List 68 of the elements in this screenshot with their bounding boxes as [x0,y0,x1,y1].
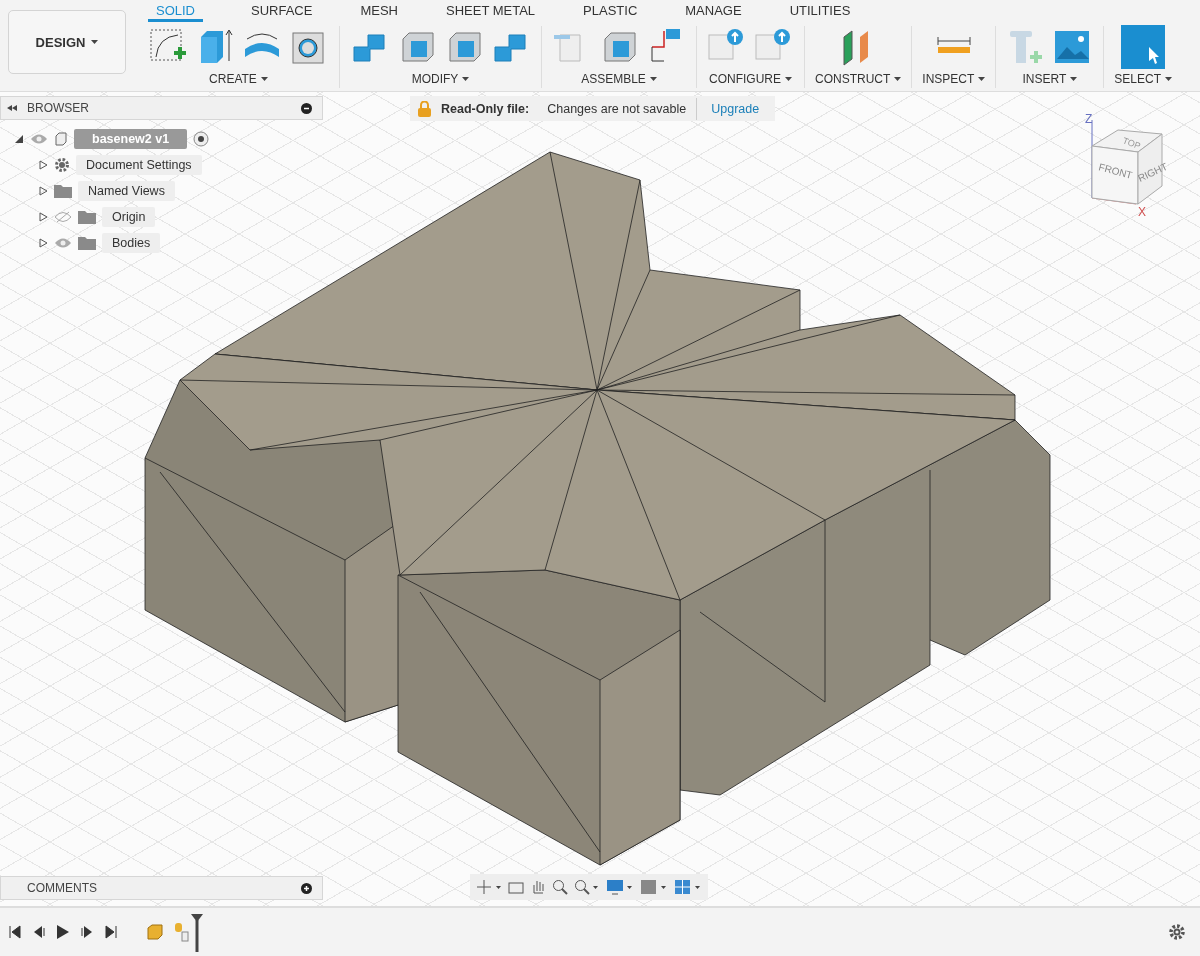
add-icon[interactable] [301,882,312,894]
caret-icon [1165,77,1173,81]
step-forward-icon[interactable] [80,925,94,939]
group-menu[interactable]: ASSEMBLE [581,72,657,86]
folder-icon [54,184,72,198]
banner-title: Read-Only file: [441,101,530,116]
caret-icon [649,77,657,81]
group-menu[interactable]: INSERT [1022,72,1078,86]
radio-icon[interactable] [193,131,210,147]
folder-icon [78,210,96,224]
group-menu[interactable]: MODIFY [411,72,470,86]
panel-title: BROWSER [27,101,89,115]
group-menu[interactable]: INSPECT [922,72,986,86]
component-icon [54,132,68,146]
workspace-menu[interactable]: DESIGN [8,10,126,74]
display-icon[interactable] [606,879,634,895]
skip-start-icon[interactable] [8,925,22,939]
eye-icon[interactable] [30,133,48,145]
orbit-icon[interactable] [476,879,502,895]
grid-icon[interactable] [640,879,668,895]
zoom-icon[interactable] [552,879,568,895]
tree-item[interactable]: Origin [102,207,156,227]
panel-title: COMMENTS [27,881,97,895]
group-menu[interactable]: CREATE [209,72,268,86]
viewports-icon[interactable] [674,879,702,895]
tree-item[interactable]: Bodies [102,233,161,253]
upgrade-link[interactable]: Upgrade [707,101,764,116]
caret-icon [978,77,986,81]
collapse-icon[interactable] [14,134,24,144]
toolbar-tab[interactable]: PLASTIC [583,0,638,22]
group-menu[interactable]: SELECT [1114,72,1173,86]
axis-label: Z [1085,112,1093,126]
select-icon[interactable] [1121,25,1166,69]
tree-item[interactable]: Named Views [78,181,175,201]
pan-hand-icon[interactable] [530,879,546,895]
caret-icon [894,77,902,81]
timeline-feature-icon[interactable] [146,923,164,941]
group-menu[interactable]: CONFIGURE [709,72,792,86]
toolbar-tab[interactable]: MESH [360,0,398,22]
expand-icon[interactable] [38,186,48,196]
toolbar-tab[interactable]: SURFACE [251,0,313,22]
step-back-icon[interactable] [32,925,46,939]
expand-icon[interactable] [38,212,48,222]
timeline-marker[interactable] [190,912,204,952]
play-icon[interactable] [56,924,70,940]
caret-icon [260,77,268,81]
gear-icon [54,157,70,173]
axis-label: X [1138,205,1146,217]
toolbar-tab[interactable]: SHEET METAL [446,0,536,22]
group-menu[interactable]: CONSTRUCT [815,72,902,86]
lock-icon [418,100,431,117]
caret-icon [91,40,99,44]
toolbar-tab[interactable]: UTILITIES [789,0,851,22]
caret-icon [785,77,792,81]
expand-icon[interactable] [38,238,48,248]
zoom-window-icon[interactable] [574,879,600,895]
tree-item[interactable]: Document Settings [76,155,202,175]
minimize-icon[interactable] [301,102,312,114]
settings-icon[interactable] [1168,923,1186,941]
banner-message: Changes are not savable [547,101,687,116]
folder-icon [78,236,96,250]
eye-icon[interactable] [54,237,72,249]
caret-icon [1070,77,1078,81]
caret-icon [462,77,470,81]
eye-hidden-icon[interactable] [54,211,72,223]
toolbar-tab[interactable]: MANAGE [685,0,742,22]
expand-icon[interactable] [38,160,48,170]
skip-end-icon[interactable] [104,925,118,939]
